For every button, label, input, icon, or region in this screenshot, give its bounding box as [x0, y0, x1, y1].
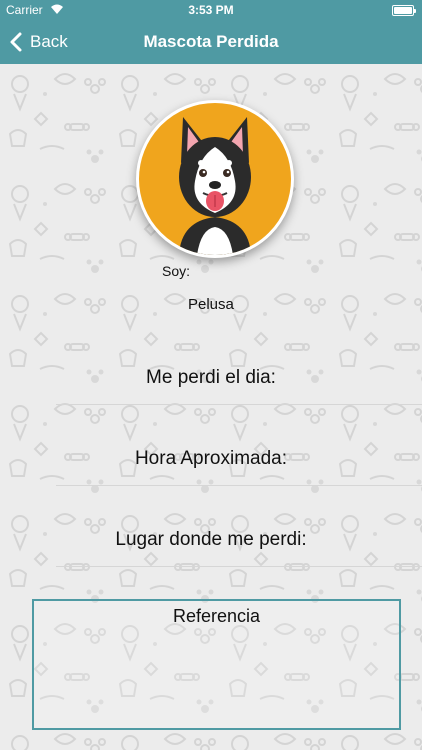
- divider: [56, 485, 422, 486]
- status-bar: Carrier 3:53 PM: [0, 0, 422, 20]
- husky-dog-icon: [179, 117, 251, 255]
- reference-label: Referencia: [172, 606, 261, 626]
- pet-name: Pelusa: [188, 296, 234, 313]
- page-title: Mascota Perdida: [143, 32, 279, 51]
- lost-place-label[interactable]: Lugar donde me perdi:: [0, 529, 422, 551]
- lost-pet-screen: Carrier 3:53 PM Back Mascota Perdida Soy…: [0, 0, 422, 750]
- pet-avatar[interactable]: [136, 100, 294, 258]
- divider: [56, 404, 422, 405]
- battery-icon: [392, 5, 416, 16]
- lost-date-label[interactable]: Me perdi el dia:: [0, 367, 422, 389]
- reference-textarea[interactable]: Referencia: [32, 599, 401, 730]
- approx-time-label[interactable]: Hora Aproximada:: [0, 448, 422, 470]
- soy-label: Soy:: [162, 263, 191, 279]
- status-time: 3:53 PM: [188, 3, 234, 17]
- navigation-bar: Back Mascota Perdida: [0, 20, 422, 64]
- divider: [56, 566, 422, 567]
